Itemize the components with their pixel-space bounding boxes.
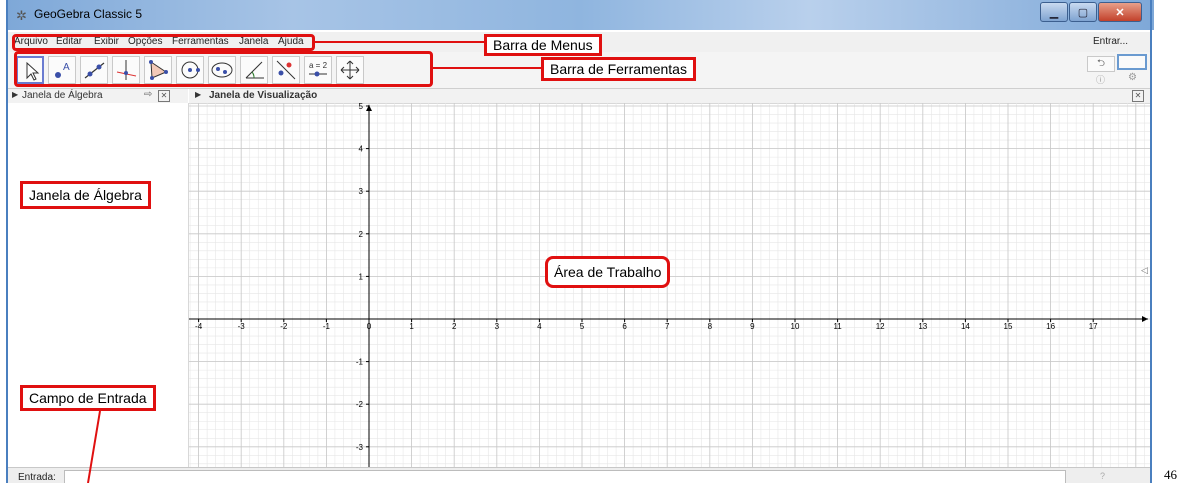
page-number: 46: [1164, 467, 1177, 482]
algebra-view-annotation: Janela de Álgebra: [20, 181, 151, 209]
work-area-annotation: Área de Trabalho: [545, 256, 671, 288]
menu-bar-annotation: Barra de Menus: [484, 34, 602, 56]
tool-bar-annotation: Barra de Ferramentas: [541, 57, 696, 81]
input-field-annotation: Campo de Entrada: [20, 385, 156, 411]
